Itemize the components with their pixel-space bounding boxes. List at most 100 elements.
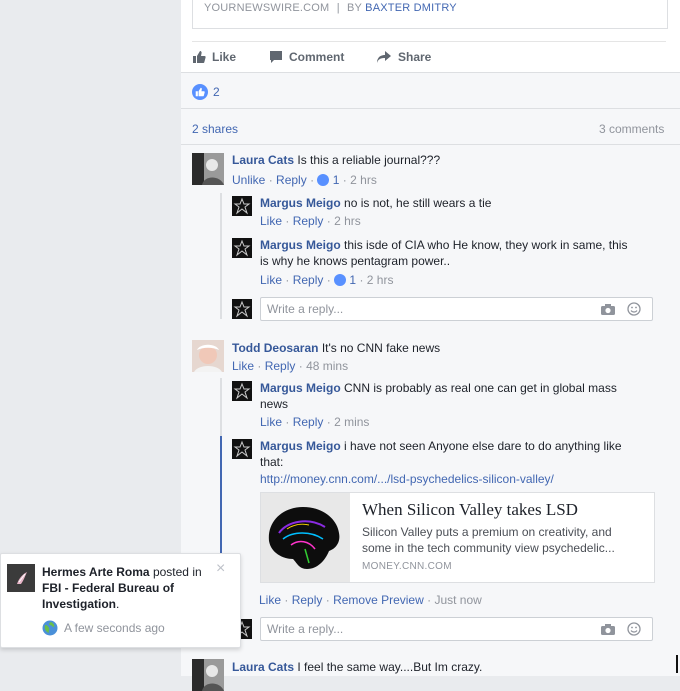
comment: Todd Deosaran It's no CNN fake news [232,341,440,355]
timestamp[interactable]: 2 hrs [334,214,361,228]
notification-line: Hermes Arte Roma posted in [42,565,202,579]
share-button[interactable]: Share [376,48,431,66]
notification-actor[interactable]: Hermes Arte Roma [42,565,150,579]
comment-button[interactable]: Comment [269,48,344,66]
camera-icon[interactable] [600,303,616,316]
like-reaction-icon [317,174,330,186]
timestamp[interactable]: 48 mins [306,359,348,373]
like-link[interactable]: Like [260,415,282,429]
remove-preview-link[interactable]: Remove Preview [333,593,424,607]
notification-verb: posted in [152,565,202,579]
reply-link[interactable]: Reply [293,214,324,228]
avatar[interactable] [232,238,252,258]
notification-toast[interactable]: Hermes Arte Roma posted in FBI - Federal… [0,553,241,648]
reaction-count[interactable]: 2 [213,85,220,99]
reply-link[interactable]: Reply [293,273,324,287]
globe-icon [42,620,58,636]
reply-placeholder: Write a reply... [267,622,344,636]
avatar[interactable] [232,196,252,216]
link-preview-title[interactable]: When Silicon Valley takes LSD [362,500,578,520]
like-reaction-icon [334,274,347,286]
comment-author[interactable]: Laura Cats [232,153,294,167]
reply-link[interactable]: Reply [265,359,296,373]
comment-actions: Unlike · Reply · 1 · 2 hrs [232,173,377,187]
author-link[interactable]: BAXTER DMITRY [365,2,457,14]
comment-author[interactable]: Margus Meigo [260,238,341,252]
comment-author[interactable]: Margus Meigo [260,196,341,210]
comment-text: i have not seen Anyone else dare to do a… [344,439,622,453]
reply-link[interactable]: Reply [276,173,307,187]
avatar[interactable] [192,153,224,185]
comment-author[interactable]: Margus Meigo [260,381,341,395]
like-button[interactable]: Like [192,48,236,66]
reaction-summary[interactable]: 2 [192,84,220,100]
like-reaction-icon [192,84,208,100]
comment-text: this isde of CIA who He know, they work … [344,238,628,252]
like-link[interactable]: Like [260,273,282,287]
thumb-up-icon [193,51,206,63]
timestamp[interactable]: Just now [434,593,481,607]
like-count[interactable]: 1 [333,173,340,187]
like-count[interactable]: 1 [349,273,356,287]
like-link[interactable]: Like [232,359,254,373]
comments-count[interactable]: 3 comments [599,122,664,136]
emoji-icon[interactable] [627,302,641,316]
comment-author[interactable]: Laura Cats [232,660,294,674]
shares-count[interactable]: 2 shares [192,122,238,136]
close-icon[interactable]: × [216,560,225,578]
divider [181,72,680,73]
avatar[interactable] [232,439,252,459]
comment-text: It's no CNN fake news [321,341,441,355]
avatar [232,299,252,319]
notification-target[interactable]: FBI - Federal Bureau of [42,581,174,595]
comment: Laura Cats Is this a reliable journal??? [232,153,440,167]
divider [181,108,680,109]
reply: Margus Meigo this isde of CIA who He kno… [260,238,627,252]
avatar[interactable] [192,659,224,691]
comment-text-cont: is why he knows pentagram power.. [260,254,451,268]
comment-text-cont: news [260,397,289,411]
timestamp[interactable]: 2 hrs [350,173,377,187]
reply-link[interactable]: Reply [292,593,323,607]
source-domain: YOURNEWSWIRE.COM [204,2,330,14]
share-arrow-icon [377,51,391,63]
comment-text: Is this a reliable journal??? [297,153,441,167]
camera-icon[interactable] [600,623,616,636]
avatar[interactable] [192,340,224,372]
comment-url-link[interactable]: http://money.cnn.com/.../lsd-psychedelic… [260,472,554,486]
reply-input[interactable]: Write a reply... [260,297,653,321]
comment-actions: Like · Reply · 2 mins [260,415,370,429]
comment-text: no is not, he still wears a tie [344,196,492,210]
like-link[interactable]: Like [259,593,281,607]
link-attachment-footer[interactable]: YOURNEWSWIRE.COM | BY BAXTER DMITRY [192,0,668,29]
reply: Margus Meigo i have not seen Anyone else… [260,439,622,453]
comment-text: I feel the same way....But Im crazy. [297,660,483,674]
reply-input[interactable]: Write a reply... [260,617,653,641]
link-preview-domain: MONEY.CNN.COM [362,561,452,572]
unlike-link[interactable]: Unlike [232,173,265,187]
link-preview-description-cont: some in the tech community view psychede… [362,541,615,555]
timestamp[interactable]: 2 hrs [367,273,394,287]
notification-avatar [7,564,35,592]
reply: Margus Meigo no is not, he still wears a… [260,196,491,210]
comment-text-cont: that: [260,455,284,469]
comment: Laura Cats I feel the same way....But Im… [232,660,482,674]
notification-target-cont[interactable]: Investigation [42,597,116,611]
emoji-icon[interactable] [627,622,641,636]
comment-author[interactable]: Margus Meigo [260,439,341,453]
cursor-caret [676,655,678,673]
avatar[interactable] [232,381,252,401]
thread-line [220,193,222,319]
like-link[interactable]: Like [260,214,282,228]
timestamp[interactable]: 2 mins [334,415,369,429]
notification-time: A few seconds ago [64,621,165,635]
link-preview-description: Silicon Valley puts a premium on creativ… [362,525,612,539]
link-preview[interactable]: When Silicon Valley takes LSD Silicon Va… [260,492,655,583]
comment-actions: Like · Reply · Remove Preview · Just now [259,593,482,607]
reply-link[interactable]: Reply [293,415,324,429]
comment-actions: Like · Reply · 48 mins [232,359,349,373]
comment-author[interactable]: Todd Deosaran [232,341,318,355]
separator: | [336,2,340,14]
by-label: BY [347,2,362,14]
link-preview-thumbnail[interactable] [261,493,350,582]
